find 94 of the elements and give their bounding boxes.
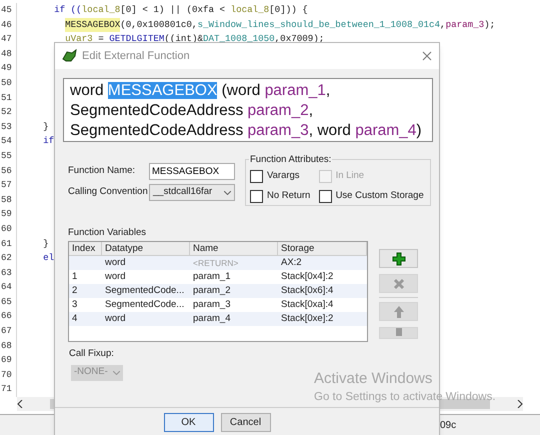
table-cell-text: word <box>104 312 127 326</box>
table-cell-text: 3 <box>71 298 78 312</box>
dialog-button[interactable]: Cancel <box>220 413 270 432</box>
code-token: ); <box>484 18 496 32</box>
line-number: 56 <box>0 164 13 178</box>
line-number: 49 <box>0 62 13 76</box>
line-number: 59 <box>0 208 13 222</box>
scroll-right-icon[interactable] <box>517 400 523 408</box>
signature-line: SegmentedCodeAddress param_3, word param_4) <box>70 121 423 141</box>
code-token: uVar3 <box>65 32 93 46</box>
line-number: 50 <box>0 76 13 90</box>
code-token: if (( <box>54 3 82 17</box>
close-icon[interactable] <box>422 51 432 61</box>
line-number: 65 <box>0 296 13 309</box>
table-cell-text: Stack[0x4]:2 <box>280 270 334 284</box>
os-activation-title: Activate Windows <box>314 369 432 389</box>
table-cell-text: AX:2 <box>280 256 303 270</box>
code-token: param_3 <box>446 18 484 32</box>
checkbox[interactable]: Varargs <box>250 169 313 184</box>
table-cell-text: SegmentedCode... <box>104 298 186 312</box>
line-number: 68 <box>0 340 13 353</box>
signature-line: word MESSAGEBOX (word param_1, <box>70 81 332 101</box>
line-number: 63 <box>0 266 13 280</box>
line-number: 57 <box>0 179 13 192</box>
section-label: Function Variables <box>68 226 147 240</box>
signature-line: SegmentedCodeAddress param_2, <box>70 101 314 121</box>
field-label: Function Name: <box>68 164 136 178</box>
table-cell-text: 4 <box>71 312 78 326</box>
code-token: , <box>440 18 446 32</box>
line-number: 64 <box>0 281 13 294</box>
code-token: } <box>43 236 49 250</box>
table-cell-text: <RETURN> <box>192 257 240 270</box>
line-number: 60 <box>0 222 13 236</box>
line-number: 54 <box>0 135 13 148</box>
code-token: = <box>98 32 105 46</box>
checkbox[interactable]: No Return <box>250 189 313 204</box>
calling-convention-dropdown[interactable]: __stdcall16far <box>149 184 235 201</box>
line-number: 67 <box>0 325 13 338</box>
scroll-left-icon[interactable] <box>17 400 23 408</box>
table-cell-text: Stack[0xe]:2 <box>280 312 334 326</box>
up-arrow-icon <box>392 304 404 319</box>
close-icon <box>392 278 404 290</box>
line-number: 66 <box>0 310 13 324</box>
table-cell-text: param_1 <box>192 270 232 284</box>
line-number: 45 <box>0 4 13 17</box>
code-token: s_Window_lines_should_be_between_1_1008_01c4 <box>197 18 440 32</box>
line-number: 58 <box>0 194 13 207</box>
code-token: GETDLGITEM <box>109 32 164 46</box>
line-number: 62 <box>0 252 13 266</box>
dialog-button[interactable]: OK <box>164 413 214 432</box>
code-token: (0,0x100801c0, <box>120 18 198 32</box>
field-label: Call Fixup: <box>69 347 115 362</box>
line-number: 71 <box>0 383 13 396</box>
field-label: Calling Convention <box>68 185 149 200</box>
code-token: DAT_1008_1050 <box>202 32 275 46</box>
code-token: local_8 <box>230 3 270 17</box>
line-number: 70 <box>0 368 13 382</box>
chevron-down-icon <box>113 370 120 374</box>
table-cell-text: param_4 <box>192 312 232 326</box>
status-text: 09c <box>440 418 456 432</box>
line-number: 52 <box>0 106 13 120</box>
table-cell-text: param_3 <box>192 298 232 312</box>
table-cell-text: Stack[0xa]:4 <box>280 298 334 312</box>
os-activation-text: Go to Settings to activate Windows. <box>314 390 496 405</box>
line-number: 61 <box>0 238 13 250</box>
dialog-title: Edit External Function <box>82 48 190 64</box>
line-number: 46 <box>0 18 13 32</box>
code-token: if <box>43 134 54 148</box>
add-button[interactable] <box>379 249 418 268</box>
line-number: 47 <box>0 33 13 46</box>
line-number: 55 <box>0 150 13 163</box>
line-number: 51 <box>0 92 13 105</box>
table-cell-text: 2 <box>71 284 78 298</box>
chevron-down-icon <box>224 190 231 194</box>
table-cell-text: word <box>104 256 127 270</box>
code-token: [0] < 1) || (0xfa < <box>120 3 226 17</box>
code-token: el <box>43 251 54 266</box>
line-number: 53 <box>0 120 13 134</box>
code-token: [0])) { <box>269 3 308 17</box>
checkbox[interactable]: Use Custom Storage <box>318 189 426 204</box>
code-token: MESSAGEBOX <box>65 18 120 32</box>
function-name-field[interactable]: MESSAGEBOX <box>149 163 235 180</box>
code-token: local_8 <box>82 3 120 17</box>
table-cell-text: word <box>104 270 127 284</box>
code-token: } <box>43 120 49 134</box>
code-token: ,0x7009); <box>274 32 324 46</box>
line-number: 69 <box>0 354 13 368</box>
code-token: ((int)& <box>164 32 203 46</box>
table-cell-text: Stack[0x6]:4 <box>280 284 334 298</box>
table-cell-text: SegmentedCode... <box>104 284 186 298</box>
table-cell-text: param_2 <box>192 284 232 298</box>
line-number: 48 <box>0 48 13 61</box>
table-cell-text: 1 <box>71 270 78 284</box>
plus-icon <box>392 252 406 266</box>
